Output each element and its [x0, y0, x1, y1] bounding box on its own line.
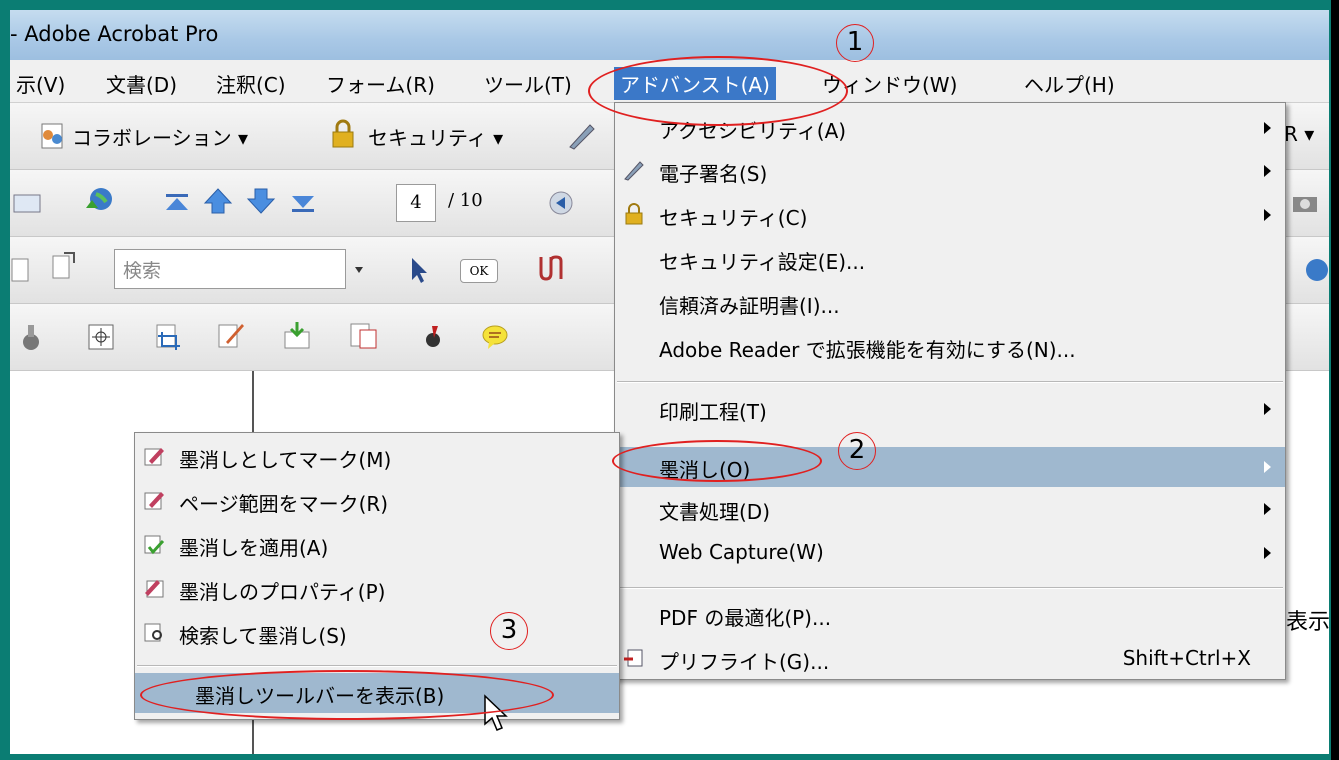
page-total: / 10 [448, 190, 483, 211]
menu-item-trusted-certificates[interactable]: 信頼済み証明書(I)... [615, 283, 1285, 323]
comment-bubble-icon[interactable] [480, 322, 510, 352]
first-page-icon[interactable] [162, 188, 192, 218]
annotation-ellipse-advanced [588, 56, 848, 126]
previous-page-icon[interactable] [203, 186, 233, 216]
submenu-item-apply-redactions[interactable]: 墨消しを適用(A) [135, 525, 619, 565]
select-cursor-icon[interactable] [404, 255, 434, 285]
email-icon[interactable] [12, 188, 42, 218]
submenu-arrow-icon [1264, 165, 1271, 177]
redaction-properties-icon [145, 580, 164, 598]
step-marker-1: 1 [836, 24, 874, 62]
menu-help[interactable]: ヘルプ(H) [1018, 67, 1121, 100]
security-button[interactable]: セキュリティ ▾ [368, 122, 503, 151]
stamp-u-icon[interactable] [536, 253, 566, 283]
menu-item-document-processing[interactable]: 文書処理(D) [615, 489, 1285, 529]
preflight-shortcut: Shift+Ctrl+X [1122, 646, 1251, 670]
next-page-icon[interactable] [246, 186, 276, 216]
document-edge-text: 表示 [1286, 610, 1329, 635]
menu-separator [617, 587, 1283, 589]
annotation-ellipse-redaction [612, 440, 822, 482]
submenu-arrow-icon [1264, 122, 1271, 134]
pen-icon[interactable] [566, 121, 596, 151]
menu-forms[interactable]: フォーム(R) [320, 67, 441, 100]
menu-item-optimize-pdf[interactable]: PDF の最適化(P)... [615, 595, 1285, 635]
menu-view[interactable]: 示(V) [10, 67, 71, 100]
menu-separator [617, 381, 1283, 383]
collaboration-button[interactable]: コラボレーション ▾ [72, 122, 248, 151]
title-bar: - Adobe Acrobat Pro [10, 10, 1329, 60]
pen-icon [624, 161, 644, 181]
extract-pages-icon[interactable] [348, 320, 378, 350]
menu-item-digital-signature[interactable]: 電子署名(S) [615, 151, 1285, 191]
ink-icon[interactable] [16, 322, 46, 352]
crop-marks-icon[interactable] [86, 322, 116, 352]
menu-item-security-settings[interactable]: セキュリティ設定(E)... [615, 239, 1285, 279]
step-marker-3: 3 [490, 612, 528, 650]
edit-document-icon[interactable] [216, 320, 246, 350]
step-marker-2: 2 [838, 432, 876, 470]
search-placeholder: 検索 [123, 260, 162, 282]
advanced-menu: アクセシビリティ(A) 電子署名(S) セキュリティ(C) セキュリティ設定(E… [614, 102, 1286, 680]
search-redact-icon [144, 623, 162, 642]
menu-tools[interactable]: ツール(T) [478, 67, 578, 100]
submenu-item-search-and-redact[interactable]: 検索して墨消し(S) [135, 613, 619, 653]
right-border [1331, 0, 1339, 760]
menu-item-preflight[interactable]: プリフライト(G)... Shift+Ctrl+X [615, 639, 1285, 679]
menu-item-security[interactable]: セキュリティ(C) [615, 195, 1285, 235]
mark-page-range-icon [144, 492, 164, 510]
menu-comments[interactable]: 注釈(C) [210, 67, 292, 100]
preflight-icon [624, 649, 643, 667]
camera-icon[interactable] [1290, 188, 1320, 218]
crop-icon[interactable] [154, 322, 184, 352]
submenu-item-mark-page-range[interactable]: ページ範囲をマーク(R) [135, 481, 619, 521]
doc-panel-icon[interactable] [10, 255, 32, 285]
export-icon[interactable] [50, 251, 80, 281]
search-input[interactable]: 検索 [114, 249, 346, 289]
collaboration-icon[interactable] [38, 121, 68, 151]
submenu-arrow-icon [1264, 503, 1271, 515]
lock-icon[interactable] [328, 119, 358, 149]
ok-button[interactable]: OK [460, 259, 498, 283]
lock-icon [625, 203, 643, 225]
globe-small-icon[interactable] [1302, 255, 1329, 285]
menu-item-reader-extensions[interactable]: Adobe Reader で拡張機能を有効にする(N)... [615, 327, 1285, 367]
menu-item-print-production[interactable]: 印刷工程(T) [615, 389, 1285, 429]
submenu-arrow-icon [1264, 209, 1271, 221]
submenu-arrow-icon [1264, 547, 1271, 559]
search-dropdown-icon[interactable] [353, 265, 365, 275]
menu-item-web-capture[interactable]: Web Capture(W) [615, 533, 1285, 573]
submenu-item-redaction-properties[interactable]: 墨消しのプロパティ(P) [135, 569, 619, 609]
menu-separator [137, 665, 617, 667]
last-page-icon[interactable] [288, 188, 318, 218]
app-window: - Adobe Acrobat Pro 示(V) 文書(D) 注釈(C) フォー… [10, 10, 1329, 754]
menu-document[interactable]: 文書(D) [100, 67, 183, 100]
annotation-ellipse-show-toolbar [140, 670, 554, 720]
redact-tool-icon[interactable] [418, 322, 448, 352]
submenu-item-mark-for-redaction[interactable]: 墨消しとしてマーク(M) [135, 437, 619, 477]
window-title: - Adobe Acrobat Pro [10, 22, 219, 46]
submenu-arrow-icon [1264, 461, 1271, 473]
toolbar-right-fragment[interactable]: R ▾ [1284, 122, 1314, 146]
insert-pages-icon[interactable] [282, 320, 312, 350]
apply-redaction-icon [144, 535, 165, 555]
globe-icon[interactable] [84, 186, 114, 216]
back-icon[interactable] [546, 188, 576, 218]
mark-redaction-icon [144, 448, 164, 466]
page-number-input[interactable]: 4 [396, 184, 436, 222]
submenu-arrow-icon [1264, 403, 1271, 415]
